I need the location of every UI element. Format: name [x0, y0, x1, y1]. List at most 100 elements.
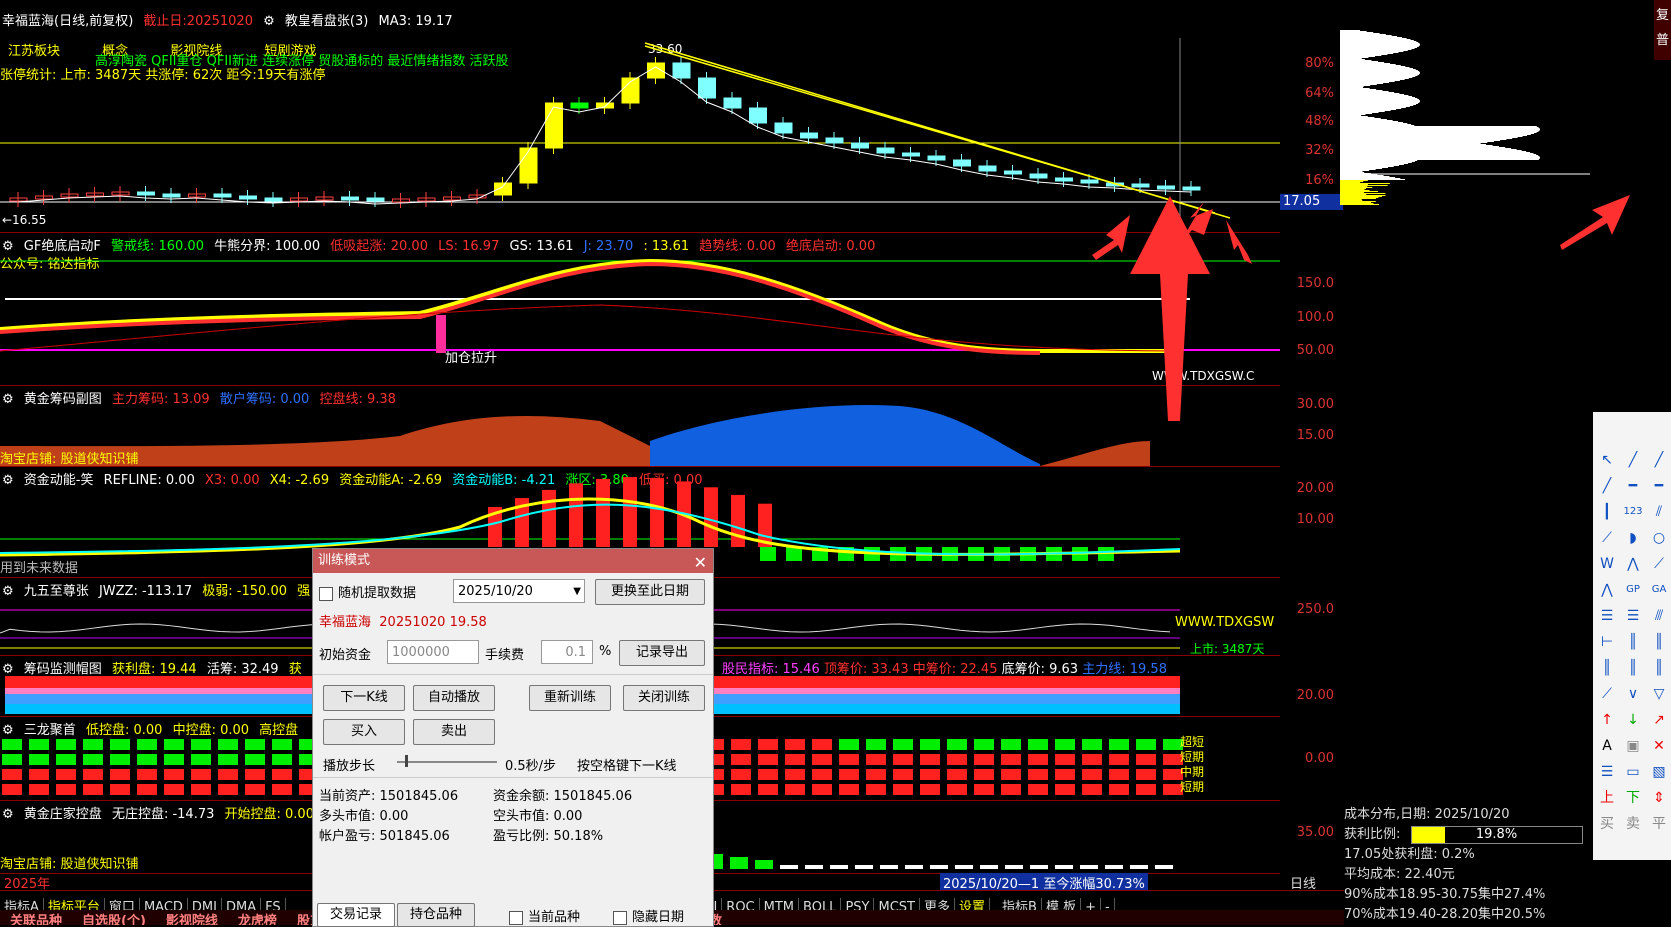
chip-bar	[1340, 180, 1368, 181]
dragon-cell	[1001, 784, 1021, 795]
text-icon[interactable]: A	[1597, 736, 1617, 756]
arc-icon[interactable]: ⟋	[1597, 528, 1617, 548]
bars3-icon[interactable]: ║	[1649, 658, 1669, 678]
half-circle-icon[interactable]: ◗	[1623, 528, 1643, 548]
chip-bar	[1340, 54, 1387, 55]
down-arrow-icon[interactable]: ↓	[1623, 710, 1643, 730]
arrow-mark-icon[interactable]: ↗	[1649, 710, 1669, 730]
chevron-down-icon[interactable]: ▼	[573, 580, 581, 604]
cursor-icon[interactable]: ↖	[1597, 450, 1617, 470]
mountain-icon[interactable]: ⋀	[1623, 554, 1643, 574]
current-stock-checkbox[interactable]	[509, 911, 523, 925]
up-mark-icon[interactable]: 上	[1597, 788, 1617, 808]
hide-date-checkbox-row[interactable]: 隐藏日期	[613, 906, 684, 925]
down-fan-icon[interactable]: ∨	[1623, 684, 1643, 704]
tab-positions[interactable]: 持仓品种	[397, 903, 475, 927]
peak-icon[interactable]: ⋀	[1597, 580, 1617, 600]
close-icon[interactable]: ✕	[694, 551, 707, 575]
delete-icon[interactable]: ✕	[1649, 736, 1669, 756]
bars-icon[interactable]: ║	[1597, 658, 1617, 678]
sell-mark[interactable]: 卖	[1623, 814, 1643, 834]
chip-bar	[1340, 165, 1399, 166]
fq-button[interactable]: 复	[1654, 4, 1671, 23]
random-checkbox[interactable]	[319, 587, 333, 601]
period-icon[interactable]: ⊢	[1597, 632, 1617, 652]
cycle2-icon[interactable]: ║	[1649, 632, 1669, 652]
line-icon[interactable]: ╱	[1623, 450, 1643, 470]
dealer-bar	[980, 865, 998, 869]
sheet-tab[interactable]: 龙虎榜	[228, 910, 287, 925]
parallel-icon[interactable]: ⫽	[1649, 502, 1669, 522]
fee-input[interactable]: 0.1	[541, 640, 593, 664]
segment-icon[interactable]: ╱	[1597, 476, 1617, 496]
chip-bar	[1340, 95, 1408, 96]
export-records-button[interactable]: 记录导出	[619, 640, 705, 666]
wave-icon[interactable]: W	[1597, 554, 1617, 574]
sheet-tab[interactable]: 影视院线	[156, 910, 228, 925]
tab-trade-records[interactable]: 交易记录	[317, 903, 395, 927]
fib-icon[interactable]: 123	[1623, 502, 1643, 522]
sheet-tab[interactable]: 关联品种	[0, 910, 72, 925]
chip-bar	[1340, 75, 1418, 76]
cycle-icon[interactable]: ║	[1623, 632, 1643, 652]
chip-bar	[1340, 97, 1415, 98]
chip-bar	[1340, 155, 1538, 156]
chip-bar	[1340, 91, 1388, 92]
dealer-bar	[805, 865, 823, 869]
chip-bar	[1340, 181, 1363, 182]
chip-bar	[1340, 179, 1405, 180]
buy-button[interactable]: 买入	[323, 719, 405, 745]
vline-icon[interactable]: ┃	[1597, 502, 1617, 522]
normal-button[interactable]: 普	[1654, 29, 1671, 48]
retrain-button[interactable]: 重新训练	[529, 685, 611, 711]
close-training-button[interactable]: 关闭训练	[623, 685, 705, 711]
step-value: 0.5秒/步	[505, 755, 556, 774]
up-arrow-icon[interactable]: ↑	[1597, 710, 1617, 730]
circle-icon[interactable]: ○	[1649, 528, 1669, 548]
updown-mark-icon[interactable]: ⇕	[1649, 788, 1669, 808]
zigzag-icon[interactable]: ⟋	[1649, 554, 1669, 574]
short-value: 空头市值: 0.00	[493, 805, 582, 824]
divider	[313, 674, 713, 675]
dragon-cell	[785, 769, 805, 780]
auto-play-button[interactable]: 自动播放	[413, 685, 495, 711]
dragon-cell	[2, 784, 22, 795]
rect-icon[interactable]: ▣	[1623, 736, 1643, 756]
triangle-icon[interactable]: ▽	[1649, 684, 1669, 704]
dragon-cell	[56, 769, 76, 780]
hline-icon[interactable]: ━	[1623, 476, 1643, 496]
ruler-icon[interactable]: ▭	[1623, 762, 1643, 782]
sell-button[interactable]: 卖出	[413, 719, 495, 745]
fan-icon[interactable]: ⫻	[1649, 606, 1669, 626]
next-kline-button[interactable]: 下一K线	[323, 685, 405, 711]
current-stock-checkbox-row[interactable]: 当前品种	[509, 906, 580, 925]
hide-date-checkbox[interactable]	[613, 911, 627, 925]
ls-curve	[0, 305, 1180, 351]
random-checkbox-row[interactable]: 随机提取数据	[319, 582, 416, 601]
image-icon[interactable]: ▧	[1649, 762, 1669, 782]
chip-bar	[1340, 71, 1419, 72]
sheet-tab[interactable]: 自选股(个)	[72, 910, 156, 925]
step-slider[interactable]	[397, 761, 497, 763]
ray-icon[interactable]: ╱	[1649, 450, 1669, 470]
gann-icon[interactable]: ⟋	[1597, 684, 1617, 704]
grid-icon[interactable]: ☰	[1623, 606, 1643, 626]
chip-bar	[1340, 103, 1418, 104]
down-mark-icon[interactable]: 下	[1623, 788, 1643, 808]
chip-bar	[1340, 150, 1522, 151]
candle	[979, 166, 996, 171]
gp-icon[interactable]: GP	[1623, 580, 1643, 600]
profit-bar: 19.8%	[1411, 826, 1583, 844]
bars2-icon[interactable]: ║	[1623, 658, 1643, 678]
buy-mark[interactable]: 买	[1597, 814, 1617, 834]
ga-icon[interactable]: GA	[1649, 580, 1669, 600]
date-select[interactable]: 2025/10/20 ▼	[453, 579, 585, 603]
note-icon[interactable]: ☰	[1597, 762, 1617, 782]
channel-icon[interactable]: ☰	[1597, 606, 1617, 626]
change-date-button[interactable]: 更换至此日期	[595, 579, 705, 605]
init-capital-input[interactable]: 1000000	[387, 640, 479, 664]
dialog-titlebar[interactable]: 训练模式 ✕	[313, 549, 713, 573]
slider-handle[interactable]	[405, 755, 408, 767]
hray-icon[interactable]: ━	[1649, 476, 1669, 496]
flat-mark[interactable]: 平	[1649, 814, 1669, 834]
